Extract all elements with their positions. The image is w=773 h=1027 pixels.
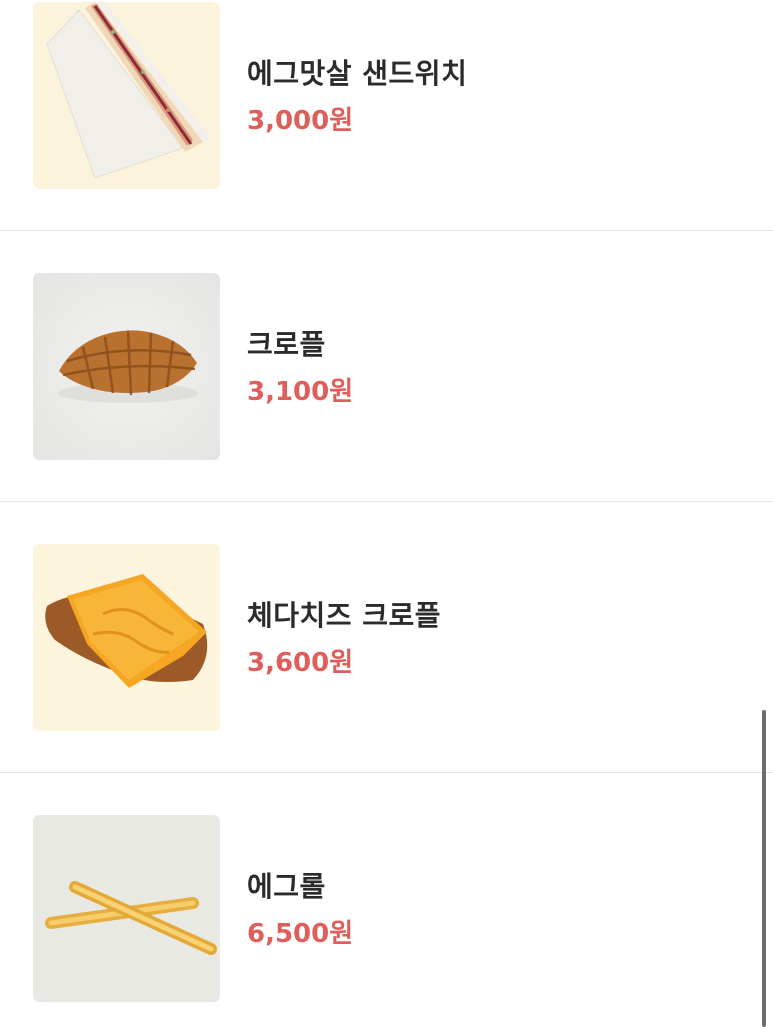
item-price: 6,500원	[247, 919, 354, 949]
item-name: 크로플	[247, 328, 326, 361]
menu-item-croffle[interactable]: 크로플 3,100원	[0, 231, 773, 460]
item-name: 에그맛살 샌드위치	[247, 57, 468, 90]
cheddar-croffle-image	[33, 544, 220, 731]
menu-item-egg-roll[interactable]: 에그롤 6,500원	[0, 773, 773, 1002]
item-name: 체다치즈 크로플	[247, 599, 442, 632]
menu-item-egg-crab-sandwich[interactable]: 에그맛살 샌드위치 3,000원	[0, 0, 773, 189]
egg-crab-sandwich-image	[33, 2, 220, 189]
scrollbar[interactable]	[762, 710, 766, 1027]
menu-item-cheddar-croffle[interactable]: 체다치즈 크로플 3,600원	[0, 502, 773, 731]
item-price: 3,000원	[247, 106, 354, 136]
egg-roll-image	[33, 815, 220, 1002]
item-price: 3,100원	[247, 377, 354, 407]
item-name: 에그롤	[247, 870, 326, 903]
croffle-image	[33, 273, 220, 460]
menu-list: 에그맛살 샌드위치 3,000원 크로플 3,100원 체다치즈 크로플 3,6…	[0, 0, 773, 1027]
item-price: 3,600원	[247, 648, 354, 678]
